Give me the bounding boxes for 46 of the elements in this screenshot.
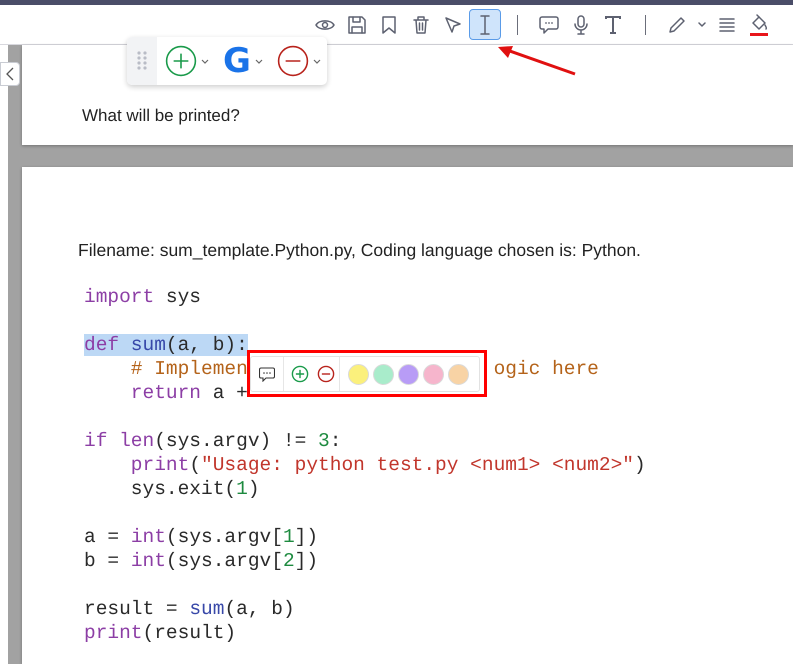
grip-icon [137,51,147,71]
filename-text: Filename: sum_template.Python.py, Coding language chosen is: Python. [78,239,641,262]
caret-icon [312,58,321,64]
color-swatch[interactable] [398,364,419,384]
trash-icon [413,16,429,34]
code-line: sys.exit(1) [130,478,260,500]
code-line: print("Usage: python test.py <num1> <num2>") [130,454,646,476]
pencil-icon [668,16,686,34]
toolbar-button[interactable] [469,9,501,40]
google-logo: G [223,44,251,78]
comment-icon [259,366,275,382]
code-line: ogic here [494,358,599,380]
paint-bucket-icon [750,14,768,36]
caret-icon [254,58,263,64]
code-line: return a + [130,382,248,404]
text-cursor-icon [479,14,491,34]
code-line: result = sum(a, b) [84,598,295,620]
color-swatch[interactable] [373,364,394,384]
minus-circle-icon [276,45,309,77]
plus-circle-icon [291,365,309,383]
dropdown-button[interactable]: G [215,37,269,85]
color-swatch[interactable] [348,364,369,384]
code-line: a = int(sys.argv[1]) [84,526,318,548]
code-line: import sys [84,286,202,308]
comment-icon [539,16,559,34]
collapse-button[interactable] [0,62,20,86]
chevron-left-icon [6,67,14,81]
code-line: if len(sys.argv) != 3: [84,430,342,452]
caret-icon [201,58,209,64]
microphone-icon [574,14,588,34]
text-tool-icon [605,16,621,34]
eye-icon [315,18,335,32]
code-line: # Implemen [130,358,248,380]
lines-icon [719,16,735,32]
caret-icon [698,22,706,27]
color-swatch[interactable] [423,364,444,384]
drag-handle[interactable] [127,37,157,85]
code-line: b = int(sys.argv[2]) [84,550,318,572]
minus-circle-icon [317,365,335,383]
plus-circle-icon [165,45,197,77]
color-swatch[interactable] [448,364,469,384]
cursor-icon [444,16,462,34]
code-line: print(result) [84,622,236,644]
save-icon [348,16,366,34]
bookmark-icon [382,16,396,34]
question-text: What will be printed? [82,105,240,127]
